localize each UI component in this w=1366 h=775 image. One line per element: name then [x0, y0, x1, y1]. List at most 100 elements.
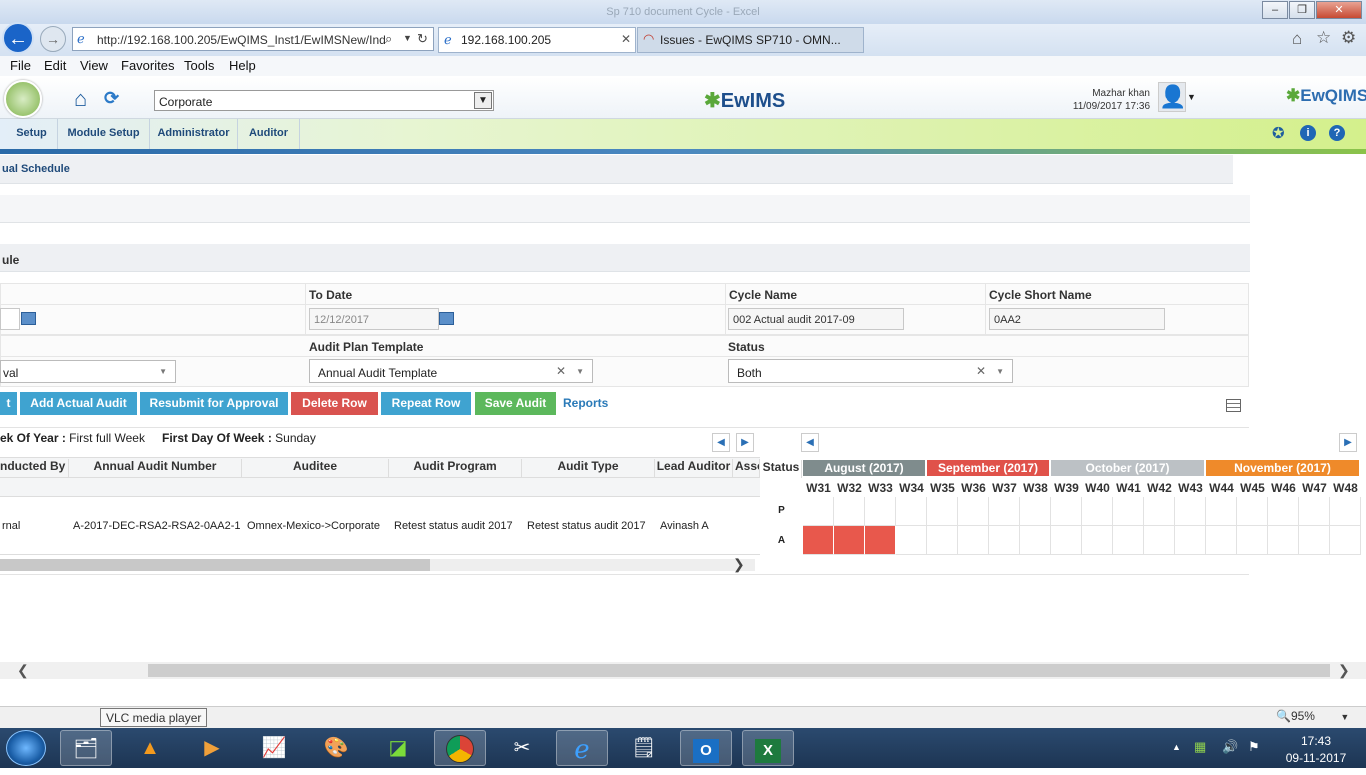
back-icon[interactable]: ← [2, 22, 34, 54]
resubmit-for-approval-button[interactable]: Resubmit for Approval [140, 392, 288, 415]
gantt-cell[interactable] [834, 526, 865, 555]
gantt-cell[interactable] [927, 526, 958, 555]
nav-setup[interactable]: Setup [6, 119, 58, 149]
gantt-cell[interactable] [1175, 526, 1206, 555]
network-tray-icon[interactable]: ▦ [1194, 739, 1206, 755]
menu-edit[interactable]: Edit [44, 58, 66, 73]
calendar-icon[interactable] [439, 312, 454, 325]
refresh-icon[interactable]: ↻ [417, 31, 428, 47]
gantt-cell[interactable] [989, 497, 1020, 526]
to-date-input[interactable]: 12/12/2017 [309, 308, 439, 330]
gantt-cell[interactable] [1299, 497, 1330, 526]
gantt-cell[interactable] [1268, 526, 1299, 555]
save-audit-button[interactable]: Save Audit [475, 392, 556, 415]
col-status[interactable]: Status [761, 460, 802, 478]
gantt-cell[interactable] [834, 497, 865, 526]
gantt-cell[interactable] [1237, 526, 1268, 555]
user-menu-chevron-icon[interactable]: ▼ [1187, 92, 1196, 102]
snipping-tool-taskbar-icon[interactable]: ✂ [496, 730, 548, 766]
ie-taskbar-icon[interactable]: ℯ [556, 730, 608, 766]
address-dropdown-icon[interactable]: ▼ [403, 33, 412, 43]
refresh-app-icon[interactable]: ⟳ [104, 88, 119, 109]
gantt-cell[interactable] [989, 526, 1020, 555]
scroll-right-icon[interactable]: ❯ [1338, 662, 1350, 679]
menu-help[interactable]: Help [229, 58, 256, 73]
gantt-cell[interactable] [958, 526, 989, 555]
vlc-taskbar-icon[interactable]: ▲ [124, 730, 176, 766]
cycle-name-input[interactable]: 002 Actual audit 2017-09 [728, 308, 904, 330]
menu-favorites[interactable]: Favorites [121, 58, 174, 73]
excel-taskbar-icon[interactable]: X [742, 730, 794, 766]
clock-time[interactable]: 17:43 [1276, 734, 1356, 748]
tab-issues[interactable]: ◠ Issues - EwQIMS SP710 - OMN... [637, 27, 864, 53]
clear-icon[interactable]: ✕ [556, 364, 566, 378]
page-h-scrollbar-thumb[interactable] [148, 664, 1330, 677]
green-app-taskbar-icon[interactable]: ◪ [372, 730, 424, 766]
close-window-button[interactable]: ✕ [1316, 1, 1362, 19]
gantt-cell[interactable] [1237, 497, 1268, 526]
reports-link[interactable]: Reports [563, 396, 608, 410]
info-icon[interactable]: i [1300, 125, 1316, 141]
nav-module-setup[interactable]: Module Setup [58, 119, 150, 149]
explorer-taskbar-icon[interactable]: 🗂 [60, 730, 112, 766]
gantt-cell[interactable] [1206, 526, 1237, 555]
nav-auditor[interactable]: Auditor [238, 119, 300, 149]
notes-taskbar-icon[interactable]: 🗒 [618, 730, 670, 766]
gantt-cell[interactable] [1113, 497, 1144, 526]
partial-button[interactable]: t [0, 392, 17, 415]
gantt-cell[interactable] [1020, 497, 1051, 526]
from-date-input[interactable] [0, 308, 20, 330]
grid-columns-icon[interactable] [1226, 399, 1241, 412]
col-auditee[interactable]: Auditee [242, 459, 389, 477]
home-icon[interactable]: ⌂ [74, 86, 87, 112]
app-menu-icon[interactable] [4, 80, 42, 118]
status-select[interactable]: Both ✕ ▼ [728, 359, 1013, 383]
repeat-row-button[interactable]: Repeat Row [381, 392, 471, 415]
gantt-cell[interactable] [1268, 497, 1299, 526]
audit-plan-template-select[interactable]: Annual Audit Template ✕ ▼ [309, 359, 593, 383]
favorites-star-icon[interactable]: ☆ [1316, 28, 1331, 48]
flag-tray-icon[interactable]: ⚑ [1248, 739, 1260, 755]
gantt-cell[interactable] [1175, 497, 1206, 526]
clear-icon[interactable]: ✕ [976, 364, 986, 378]
col-associate[interactable]: Asso [733, 459, 760, 477]
address-bar[interactable]: ℯ http://192.168.100.205/EwQIMS_Inst1/Ew… [72, 27, 434, 51]
chart-app-taskbar-icon[interactable]: 📈 [248, 730, 300, 766]
col-lead-auditor[interactable]: Lead Auditor [655, 459, 733, 477]
close-tab-icon[interactable]: ✕ [621, 32, 631, 46]
home-browser-icon[interactable]: ⌂ [1292, 29, 1302, 49]
menu-file[interactable]: File [10, 58, 31, 73]
volume-tray-icon[interactable]: 🔊 [1222, 739, 1238, 755]
menu-tools[interactable]: Tools [184, 58, 214, 73]
gantt-cell[interactable] [1082, 526, 1113, 555]
col-annual-audit-number[interactable]: Annual Audit Number [69, 459, 242, 477]
start-button[interactable] [6, 730, 46, 766]
scroll-right-icon[interactable]: ❯ [733, 556, 745, 573]
outlook-taskbar-icon[interactable]: O [680, 730, 732, 766]
menu-view[interactable]: View [80, 58, 108, 73]
maximize-button[interactable]: ❐ [1289, 1, 1315, 19]
avatar[interactable]: 👤 [1158, 82, 1186, 112]
help-icon[interactable]: ? [1329, 125, 1345, 141]
gantt-cell[interactable] [865, 526, 896, 555]
gantt-cell[interactable] [896, 526, 927, 555]
chrome-taskbar-icon[interactable] [434, 730, 486, 766]
tray-expand-icon[interactable]: ▲ [1172, 742, 1181, 752]
tab-active[interactable]: ℯ 192.168.100.205 ✕ [438, 27, 636, 53]
gantt-cell[interactable] [1144, 526, 1175, 555]
clock-date[interactable]: 09-11-2017 [1276, 751, 1356, 765]
search-icon[interactable]: ⌕ [385, 31, 392, 47]
gantt-cell[interactable] [1113, 526, 1144, 555]
col-conducted-by[interactable]: nducted By [0, 459, 69, 477]
media-taskbar-icon[interactable]: ▶ [186, 730, 238, 766]
gantt-prev-arrow-icon[interactable]: ◀ [801, 433, 819, 452]
gantt-cell[interactable] [1299, 526, 1330, 555]
pin-icon[interactable]: ✪ [1272, 124, 1285, 142]
gantt-cell[interactable] [865, 497, 896, 526]
gantt-cell[interactable] [958, 497, 989, 526]
next-arrow-icon[interactable]: ▶ [736, 433, 754, 452]
gantt-cell[interactable] [803, 526, 834, 555]
table-h-scrollbar-track[interactable] [430, 559, 755, 571]
gantt-cell[interactable] [1020, 526, 1051, 555]
settings-gear-icon[interactable]: ⚙ [1341, 28, 1356, 48]
